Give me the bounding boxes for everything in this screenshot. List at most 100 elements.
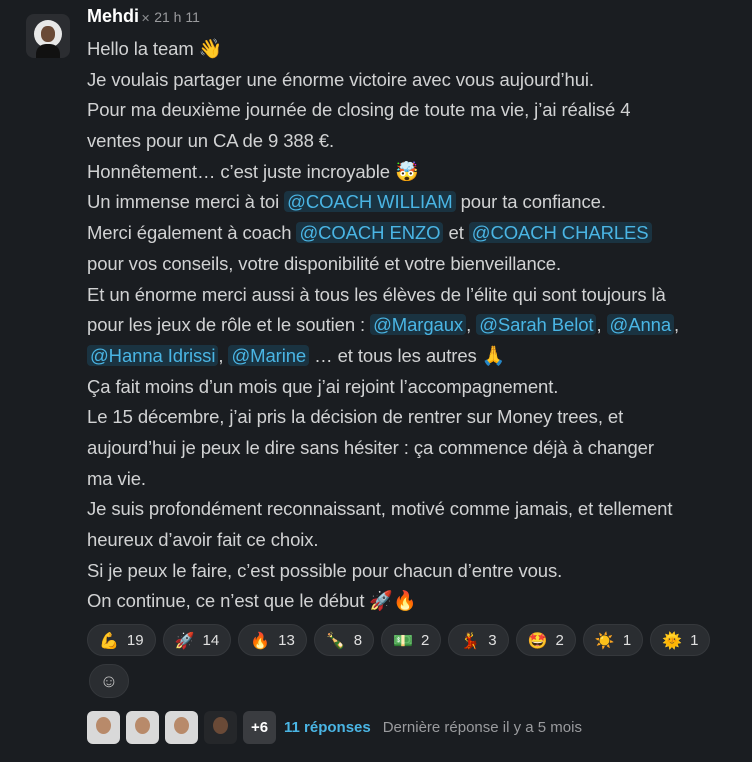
message-content: Mehdi ✕ 21 h 11 Hello la team 👋 Je voulai… — [87, 6, 747, 617]
message-header: Mehdi ✕ 21 h 11 — [87, 6, 747, 34]
text-segment: Et un énorme merci aussi à tous les élèv… — [87, 283, 666, 305]
status-icon: ✕ — [141, 13, 151, 25]
flexed-biceps-icon: 💪 — [99, 630, 119, 650]
message-line: pour vos conseils, votre disponibilité e… — [87, 249, 747, 280]
reaction-count: 8 — [353, 631, 363, 649]
message-line: Je voulais partager une énorme victoire … — [87, 65, 747, 96]
text-segment: Hello la team — [87, 38, 199, 59]
fire-icon: 🔥 — [250, 630, 271, 650]
message-line: Le 15 décembre, j’ai pris la décision de… — [87, 402, 747, 433]
reaction-rocket[interactable]: 🚀 14 — [162, 624, 232, 656]
user-mention[interactable]: @Hanna Idrissi — [87, 344, 219, 366]
user-mention[interactable]: @Margaux — [370, 314, 467, 336]
message-line: Et un énorme merci aussi à tous les élèv… — [87, 280, 747, 311]
reaction-star-struck[interactable]: 🤩 2 — [515, 624, 576, 656]
user-mention[interactable]: @Marine — [228, 344, 310, 366]
reaction-count: 19 — [126, 631, 144, 649]
message-line: aujourd’hui je peux le dire sans hésiter… — [87, 433, 747, 464]
reaction-count: 1 — [690, 631, 699, 649]
text-segment: Pour ma deuxième journée de closing de t… — [87, 99, 631, 121]
message-line: heureux d’avoir fait ce choix. — [87, 525, 747, 556]
text-segment: On continue, ce n’est que le début — [87, 590, 370, 612]
timestamp[interactable]: 21 h 11 — [154, 9, 200, 25]
replies-link[interactable]: 11 réponses — [284, 719, 371, 736]
text-segment: pour ta confiance. — [455, 191, 606, 213]
text-segment: ma vie. — [87, 467, 146, 489]
message-line: Si je peux le faire, c’est possible pour… — [87, 556, 747, 587]
emoji-icon: 🚀🔥 — [369, 590, 417, 613]
reaction-fire[interactable]: 🔥 13 — [238, 624, 307, 656]
message-line: pour les jeux de rôle et le soutien : @M… — [87, 310, 747, 341]
reaction-sun-with-face[interactable]: 🌞 1 — [650, 624, 711, 656]
text-segment: , — [218, 344, 229, 366]
last-reply-text: Dernière réponse il y a 5 mois — [382, 719, 582, 736]
text-segment: Ça fait moins d’un mois que j’ai rejoint… — [87, 375, 559, 397]
reaction-count: 2 — [555, 631, 564, 649]
author-avatar[interactable] — [26, 14, 70, 58]
message: Mehdi ✕ 21 h 11 Hello la team 👋 Je voulai… — [0, 0, 752, 762]
text-segment: Merci également à coach — [87, 222, 297, 244]
text-segment: , — [596, 314, 607, 336]
message-body: Hello la team 👋 Je voulais partager une é… — [87, 34, 747, 617]
sun-with-face-icon: 🌞 — [662, 630, 683, 650]
reaction-count: 14 — [202, 631, 220, 649]
message-line: Ça fait moins d’un mois que j’ai rejoint… — [87, 372, 747, 403]
message-line: Merci également à coach @COACH ENZO et @… — [87, 218, 747, 249]
smiley-plus-icon: ☺ — [99, 670, 119, 691]
text-segment: Je voulais partager une énorme victoire … — [87, 68, 594, 90]
author-name[interactable]: Mehdi — [87, 6, 139, 27]
rocket-icon: 🚀 — [174, 630, 195, 650]
reaction-champagne[interactable]: 🍾 8 — [313, 624, 375, 656]
emoji-icon: 👋 — [198, 38, 223, 60]
sun-icon: ☀️ — [594, 630, 615, 650]
dollar-banknote-icon: 💵 — [393, 630, 414, 650]
dancer-icon: 💃 — [460, 630, 481, 650]
participant-avatar — [204, 711, 237, 744]
text-segment: aujourd’hui je peux le dire sans hésiter… — [87, 436, 654, 458]
text-segment: , — [674, 314, 680, 336]
emoji-icon: 🤯 — [394, 160, 419, 183]
reactions-bar: 💪 19 🚀 14 🔥 13 🍾 8 💵 2 💃 3 🤩 2 ☀️ 1 🌞 1 — [87, 624, 717, 656]
participant-avatar — [165, 711, 198, 744]
add-reaction-button[interactable]: ☺ — [89, 664, 129, 698]
message-line: Je suis profondément reconnaissant, moti… — [87, 494, 747, 525]
star-struck-icon: 🤩 — [527, 630, 548, 650]
reaction-count: 1 — [622, 631, 632, 649]
message-line: On continue, ce n’est que le début 🚀🔥 — [87, 586, 747, 617]
text-segment: pour vos conseils, votre disponibilité e… — [87, 252, 562, 274]
participant-avatar — [126, 711, 159, 744]
message-line: Hello la team 👋 — [87, 34, 747, 65]
text-segment: Le 15 décembre, j’ai pris la décision de… — [87, 406, 624, 428]
text-segment: … et tous les autres — [309, 344, 482, 366]
reaction-count: 3 — [488, 631, 497, 649]
reaction-dollar-banknote[interactable]: 💵 2 — [381, 624, 442, 656]
reaction-count: 13 — [278, 631, 295, 649]
text-segment: Si je peux le faire, c’est possible pour… — [87, 559, 563, 581]
text-segment: ventes pour un CA de 9 388 €. — [87, 130, 335, 152]
text-segment: Un immense merci à toi — [87, 191, 285, 213]
text-segment: Je suis profondément reconnaissant, moti… — [87, 498, 673, 520]
message-line: ventes pour un CA de 9 388 €. — [87, 126, 747, 157]
message-line: ma vie. — [87, 464, 747, 495]
avatar-suit — [36, 44, 60, 58]
more-participants-count: +6 — [243, 711, 276, 744]
reaction-dancer[interactable]: 💃 3 — [448, 624, 509, 656]
user-mention[interactable]: @COACH WILLIAM — [284, 191, 456, 213]
user-mention[interactable]: @COACH CHARLES — [468, 222, 652, 244]
message-line: @Hanna Idrissi, @Marine … et tous les au… — [87, 341, 747, 372]
text-segment: Honnêtement… c’est juste incroyable — [87, 160, 395, 182]
reaction-sun[interactable]: ☀️ 1 — [582, 624, 644, 656]
emoji-icon: 🙏 — [481, 344, 506, 367]
message-line: Pour ma deuxième journée de closing de t… — [87, 95, 747, 126]
message-line: Honnêtement… c’est juste incroyable 🤯 — [87, 157, 747, 188]
user-mention[interactable]: @COACH ENZO — [296, 222, 444, 244]
text-segment: et — [443, 222, 469, 244]
text-segment: , — [466, 314, 477, 336]
reaction-flexed-biceps[interactable]: 💪 19 — [87, 624, 156, 656]
user-mention[interactable]: @Anna — [606, 314, 675, 336]
reaction-count: 2 — [421, 631, 430, 649]
thread-summary[interactable]: +6 11 réponses Dernière réponse il y a 5… — [87, 711, 582, 744]
text-segment: pour les jeux de rôle et le soutien : — [87, 314, 371, 336]
user-mention[interactable]: @Sarah Belot — [476, 314, 597, 336]
message-line: Un immense merci à toi @COACH WILLIAM po… — [87, 187, 747, 218]
